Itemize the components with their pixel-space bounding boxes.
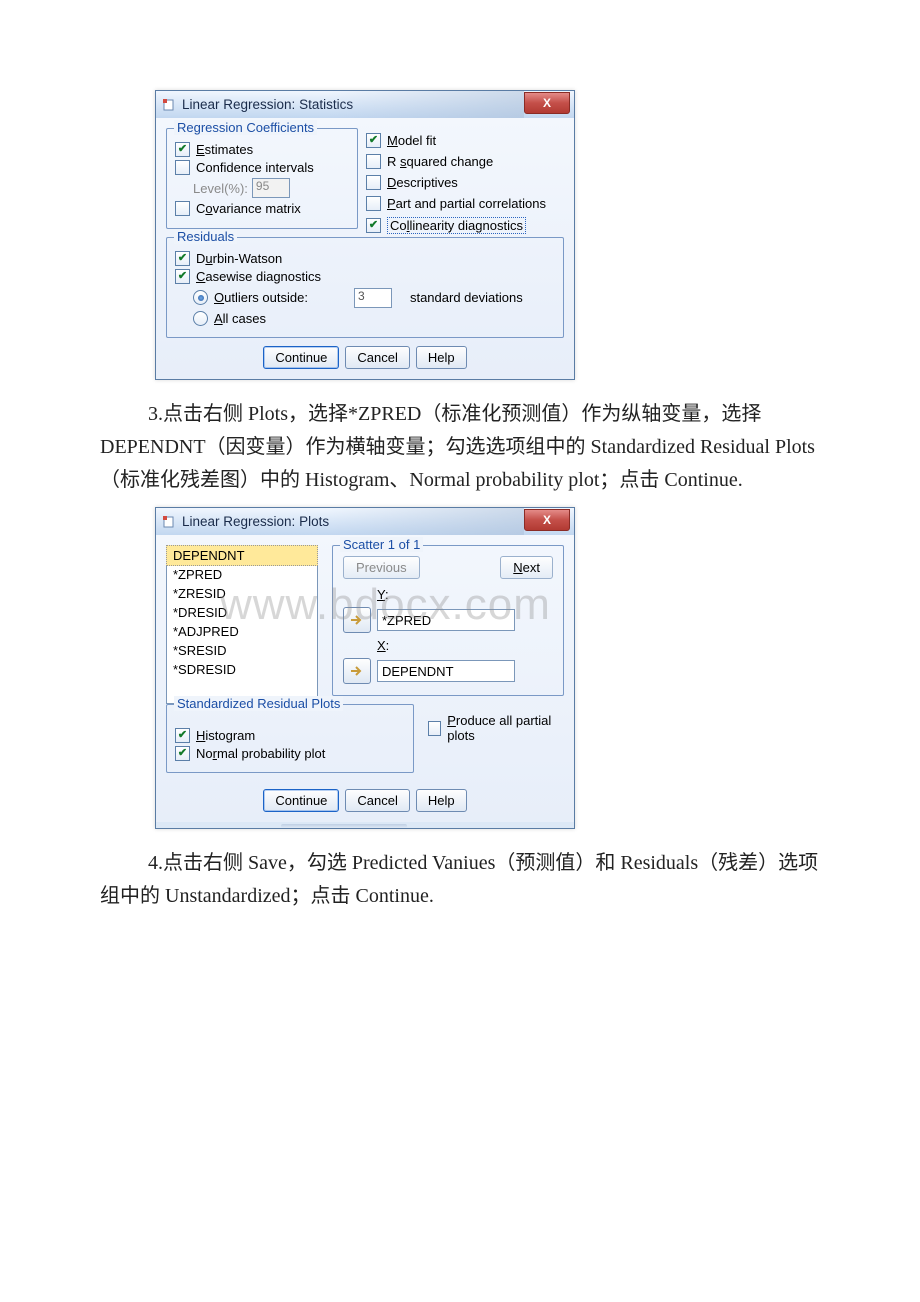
cancel-button[interactable]: Cancel <box>345 789 409 812</box>
produce-partial-plots-checkbox[interactable]: Produce all partial plots <box>428 713 564 743</box>
outliers-outside-radio[interactable]: Outliers outside: <box>193 290 308 305</box>
confidence-intervals-checkbox[interactable]: Confidence intervals <box>175 160 349 175</box>
descriptives-checkbox[interactable]: Descriptives <box>366 175 564 190</box>
stddev-label: standard deviations <box>410 290 523 305</box>
close-button[interactable]: X <box>524 92 570 114</box>
histogram-checkbox[interactable]: Histogram <box>175 728 405 743</box>
list-item[interactable]: *SDRESID <box>167 660 317 679</box>
outliers-value-input[interactable]: 3 <box>354 288 392 308</box>
list-item[interactable]: *ADJPRED <box>167 622 317 641</box>
checkbox-icon <box>175 251 190 266</box>
group-label: Scatter 1 of 1 <box>340 537 423 552</box>
all-cases-radio[interactable]: All cases <box>193 311 555 326</box>
list-item[interactable]: *ZPRED <box>167 565 317 584</box>
linear-regression-plots-dialog: Linear Regression: Plots X DEPENDNT *ZPR… <box>155 507 575 829</box>
dialog-title: Linear Regression: Plots <box>182 514 329 529</box>
group-label: Standardized Residual Plots <box>174 696 343 711</box>
checkbox-icon <box>366 154 381 169</box>
titlebar: Linear Regression: Statistics X <box>156 91 574 118</box>
close-button[interactable]: X <box>524 509 570 531</box>
estimates-checkbox[interactable]: Estimates <box>175 142 349 157</box>
continue-button[interactable]: Continue <box>263 789 339 812</box>
x-field[interactable]: DEPENDNT <box>377 660 515 682</box>
cancel-button[interactable]: Cancel <box>345 346 409 369</box>
regression-coefficients-group: Regression Coefficients Estimates Confid… <box>166 128 358 229</box>
close-icon: X <box>543 96 551 110</box>
r-squared-change-checkbox[interactable]: R squared change <box>366 154 564 169</box>
arrow-right-icon <box>350 614 364 626</box>
checkbox-icon <box>366 196 381 211</box>
part-partial-checkbox[interactable]: Part and partial correlations <box>366 196 564 211</box>
standardized-residual-plots-group: Standardized Residual Plots Histogram No… <box>166 704 414 773</box>
list-item[interactable]: *SRESID <box>167 641 317 660</box>
normal-probability-plot-checkbox[interactable]: Normal probability plot <box>175 746 405 761</box>
level-label: Level(%): <box>193 181 248 196</box>
titlebar: Linear Regression: Plots X <box>156 508 574 535</box>
level-input[interactable]: 95 <box>252 178 290 198</box>
residuals-group: Residuals Durbin-Watson Casewise diagnos… <box>166 237 564 338</box>
move-to-x-button[interactable] <box>343 658 371 684</box>
instruction-step-3: 3.点击右侧 Plots，选择*ZPRED（标准化预测值）作为纵轴变量，选择 D… <box>100 398 820 497</box>
checkbox-icon <box>175 746 190 761</box>
radio-icon <box>193 290 208 305</box>
durbin-watson-checkbox[interactable]: Durbin-Watson <box>175 251 555 266</box>
app-icon <box>162 515 176 529</box>
variables-listbox[interactable]: DEPENDNT *ZPRED *ZRESID *DRESID *ADJPRED… <box>166 545 318 704</box>
list-item[interactable]: DEPENDNT <box>166 545 318 566</box>
checkbox-icon <box>428 721 441 736</box>
scatter-group: Scatter 1 of 1 Previous Next Y: <box>332 545 564 696</box>
help-button[interactable]: Help <box>416 346 467 369</box>
checkbox-icon <box>175 201 190 216</box>
group-label: Residuals <box>174 229 237 244</box>
app-icon <box>162 98 176 112</box>
x-label: X: <box>377 638 553 653</box>
checkbox-icon <box>175 269 190 284</box>
y-field[interactable]: *ZPRED <box>377 609 515 631</box>
covariance-matrix-checkbox[interactable]: Covariance matrix <box>175 201 349 216</box>
group-label: Regression Coefficients <box>174 120 317 135</box>
opt-label-rem: stimates <box>205 142 253 157</box>
model-fit-checkbox[interactable]: Model fit <box>366 133 564 148</box>
opt-label: Confidence intervals <box>196 160 314 175</box>
list-item[interactable]: *DRESID <box>167 603 317 622</box>
continue-button[interactable]: Continue <box>263 346 339 369</box>
collinearity-diagnostics-checkbox[interactable]: Collinearity diagnostics <box>366 217 564 234</box>
checkbox-icon <box>175 728 190 743</box>
instruction-step-4: 4.点击右侧 Save，勾选 Predicted Vaniues（预测值）和 R… <box>100 847 820 913</box>
checkbox-icon <box>366 175 381 190</box>
move-to-y-button[interactable] <box>343 607 371 633</box>
next-button[interactable]: Next <box>500 556 553 579</box>
checkbox-icon <box>366 218 381 233</box>
y-label: Y: <box>377 587 553 602</box>
checkbox-icon <box>175 160 190 175</box>
linear-regression-statistics-dialog: Linear Regression: Statistics X Regressi… <box>155 90 575 380</box>
help-button[interactable]: Help <box>416 789 467 812</box>
arrow-right-icon <box>350 665 364 677</box>
checkbox-icon <box>175 142 190 157</box>
casewise-diagnostics-checkbox[interactable]: Casewise diagnostics <box>175 269 555 284</box>
list-item[interactable]: *ZRESID <box>167 584 317 603</box>
close-icon: X <box>543 513 551 527</box>
previous-button[interactable]: Previous <box>343 556 420 579</box>
radio-icon <box>193 311 208 326</box>
checkbox-icon <box>366 133 381 148</box>
